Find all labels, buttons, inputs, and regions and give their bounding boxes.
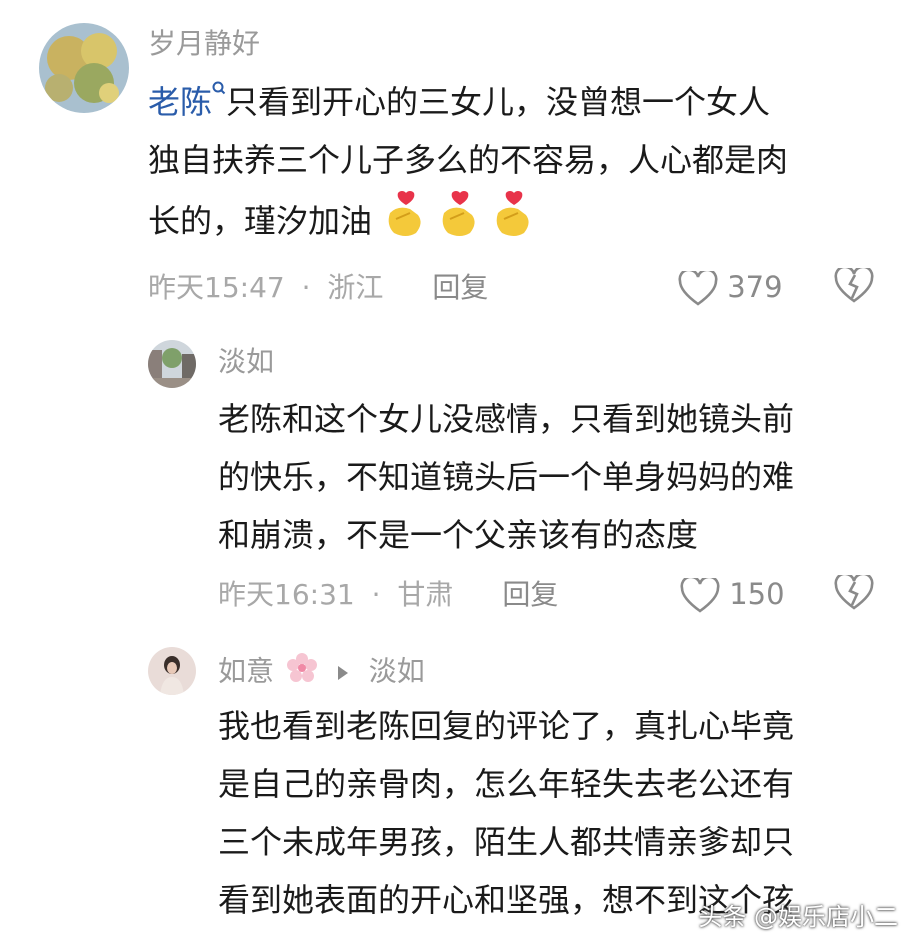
- like-button[interactable]: 379: [678, 268, 783, 307]
- dislike-button[interactable]: [834, 572, 874, 611]
- meta-separator: ·: [371, 578, 381, 611]
- reply-button[interactable]: 回复: [502, 578, 558, 611]
- watermark: 头条 @娱乐店小二: [698, 903, 898, 931]
- heart-hand-emoji-icon: [382, 189, 426, 257]
- comment-username-row: 如意 淡如: [218, 651, 425, 694]
- comment-username[interactable]: 岁月静好: [148, 26, 260, 62]
- like-count: 150: [729, 577, 785, 611]
- search-icon: [212, 81, 226, 95]
- comment-location: 甘肃: [397, 578, 454, 611]
- comment-text: 我也看到老陈回复的评论了，真扎心毕竟 是自己的亲骨肉，怎么年轻失去老公还有 三个…: [218, 707, 795, 919]
- comment-time: 昨天16:31: [218, 578, 355, 611]
- dislike-button[interactable]: [834, 265, 874, 304]
- cherry-blossom-icon: [285, 651, 319, 694]
- like-count: 379: [727, 270, 783, 304]
- comment-time: 昨天15:47: [148, 271, 285, 304]
- comment-meta: 昨天15:47 · 浙江 回复: [148, 269, 488, 306]
- meta-separator: ·: [301, 271, 311, 304]
- heart-outline-icon: [680, 575, 720, 613]
- comment-username[interactable]: 淡如: [218, 344, 274, 380]
- heart-hand-emoji-icon: [490, 189, 534, 257]
- reply-to-username[interactable]: 淡如: [369, 655, 425, 688]
- avatar[interactable]: [148, 340, 196, 388]
- comment-location: 浙江: [327, 271, 384, 304]
- mention-link[interactable]: 老陈: [148, 81, 226, 121]
- play-arrow-icon: [336, 655, 350, 691]
- broken-heart-icon: [834, 572, 874, 610]
- broken-heart-icon: [834, 265, 874, 303]
- avatar[interactable]: [39, 23, 129, 113]
- reply-button[interactable]: 回复: [432, 271, 488, 304]
- comment-meta: 昨天16:31 · 甘肃 回复: [218, 576, 558, 613]
- like-button[interactable]: 150: [680, 575, 785, 614]
- comment-username[interactable]: 如意: [218, 655, 274, 688]
- comment-text: 老陈 只看到开心的三女儿，没曾想一个女人 独自扶养三个儿子多么的不容易，人心都是肉…: [148, 73, 788, 257]
- avatar[interactable]: [148, 647, 196, 695]
- heart-hand-emoji-icon: [436, 189, 480, 257]
- comment-text: 老陈和这个女儿没感情，只看到她镜头前 的快乐，不知道镜头后一个单身妈妈的难 和崩…: [218, 400, 795, 554]
- heart-outline-icon: [678, 268, 718, 306]
